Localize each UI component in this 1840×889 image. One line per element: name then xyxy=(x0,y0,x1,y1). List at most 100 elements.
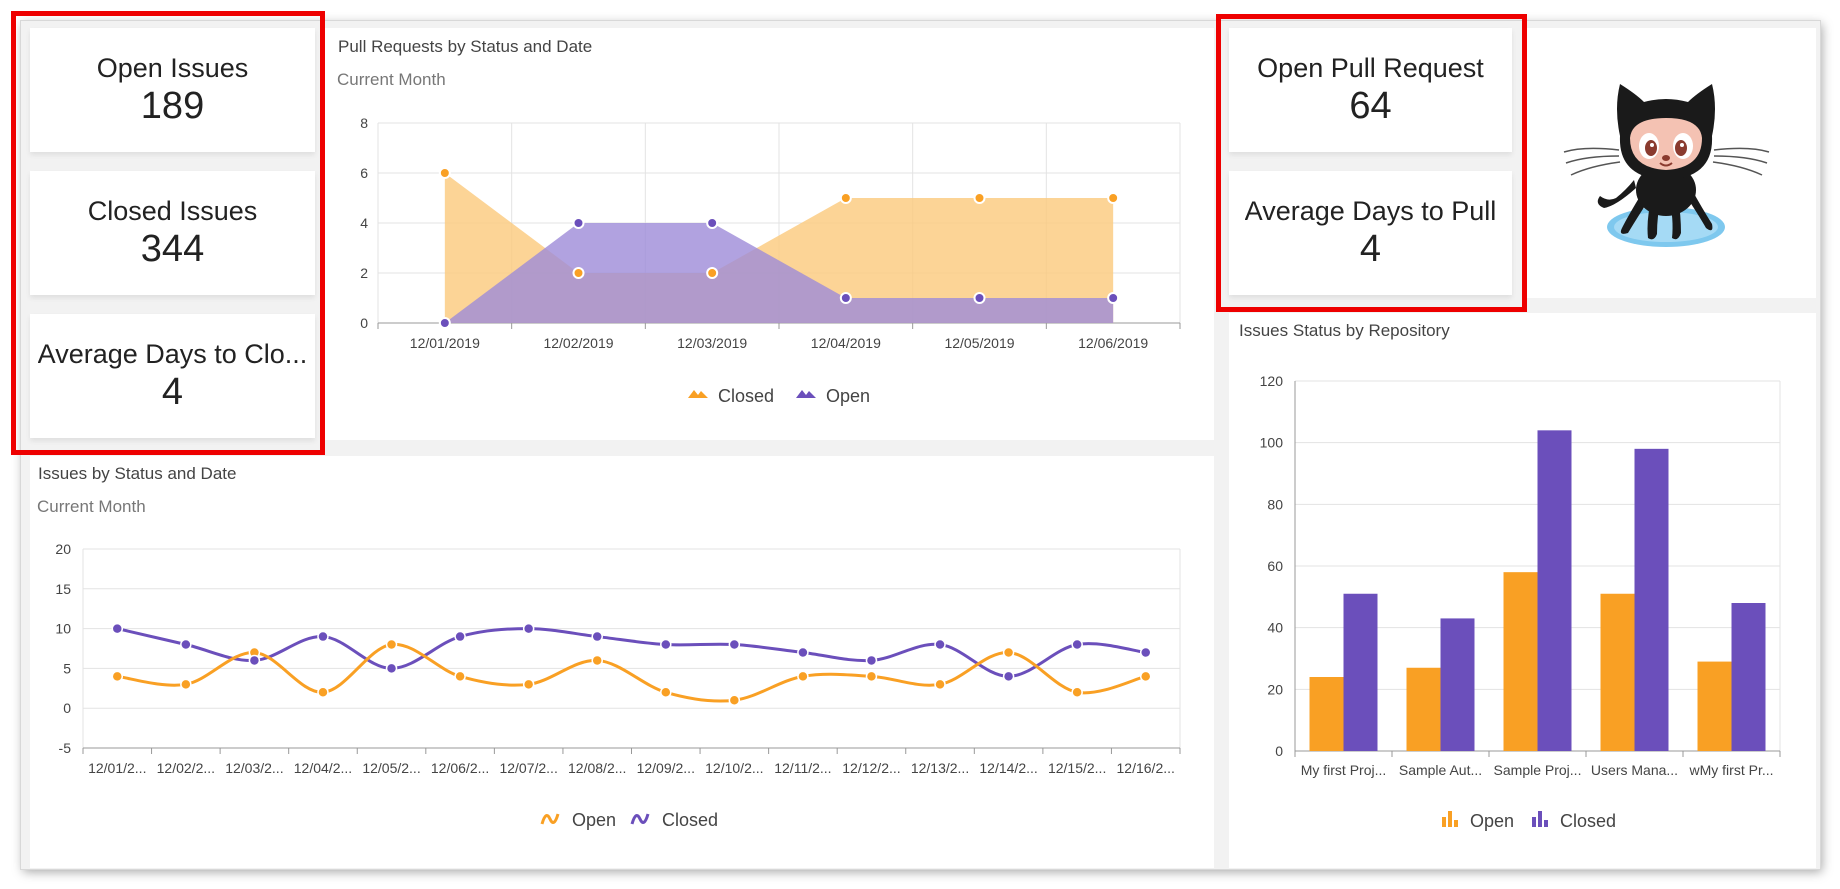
data-point-open xyxy=(454,670,466,683)
github-octocat-icon xyxy=(1563,84,1770,247)
legend-icon-closed xyxy=(1538,811,1542,827)
y-tick-label: 6 xyxy=(360,165,368,181)
x-tick-label: 12/05/2... xyxy=(362,760,420,776)
data-point-closed xyxy=(1139,646,1152,659)
data-point-open xyxy=(1002,646,1015,659)
x-tick-label: 12/11/2... xyxy=(774,760,831,776)
y-tick-label: 2 xyxy=(360,265,368,281)
data-point-closed xyxy=(706,267,719,279)
data-point-closed xyxy=(522,622,535,635)
y-tick-label: 8 xyxy=(360,115,368,131)
kpi-label: Average Days to Pull xyxy=(1244,196,1497,226)
y-tick-label: 40 xyxy=(1267,620,1283,636)
x-tick-label: 12/07/2... xyxy=(499,760,557,776)
kpi-value: 64 xyxy=(1349,85,1392,127)
y-tick-label: 20 xyxy=(55,541,71,557)
legend-label-closed: Closed xyxy=(718,386,774,406)
legend-label-open: Open xyxy=(1470,811,1514,831)
data-point-open xyxy=(385,638,398,651)
kpi-open-pull-request: Open Pull Request 64 xyxy=(1229,28,1512,152)
y-tick-label: 0 xyxy=(360,315,368,331)
data-point-open xyxy=(728,694,741,706)
data-point-open xyxy=(839,292,852,304)
x-tick-label: 12/12/2... xyxy=(842,760,900,776)
data-point-open xyxy=(1071,686,1083,699)
y-tick-label: 4 xyxy=(360,215,368,231)
legend-label-closed: Closed xyxy=(662,810,718,830)
data-point-open xyxy=(973,292,986,304)
x-tick-label: 12/03/2019 xyxy=(677,335,747,351)
x-tick-label: 12/02/2019 xyxy=(543,335,613,351)
y-tick-label: 15 xyxy=(55,581,71,597)
legend-icon-closed xyxy=(688,390,708,398)
pull-requests-chart: 0 2 4 6 8 12/01/2019 12/02/2019 12/03/2019 12/04… xyxy=(360,115,1181,406)
x-tick-label: 12/09/2... xyxy=(637,760,695,776)
kpi-average-days-to-pull: Average Days to Pull 4 xyxy=(1229,171,1512,295)
data-point-closed xyxy=(1107,192,1120,204)
issues-by-repo-chart-card: Issues Status by Repository 0 20 40 60 80 100… xyxy=(1229,313,1816,868)
bar-open xyxy=(1600,593,1635,751)
y-tick-label: 120 xyxy=(1260,373,1284,389)
data-point-open xyxy=(438,317,451,329)
x-tick-label: Users Mana... xyxy=(1591,762,1678,778)
data-point-open xyxy=(522,678,535,691)
kpi-average-days-to-close: Average Days to Clo... 4 xyxy=(30,314,315,438)
data-point-closed xyxy=(591,630,603,643)
data-point-open xyxy=(706,217,719,229)
bar-closed xyxy=(1731,603,1766,751)
bar-open xyxy=(1309,677,1344,751)
x-tick-label: 12/14/2... xyxy=(979,760,1037,776)
kpi-value: 4 xyxy=(1359,228,1382,270)
x-tick-label: 12/08/2... xyxy=(568,760,626,776)
legend-icon-open xyxy=(796,390,816,398)
x-tick-label: 12/06/2... xyxy=(431,760,489,776)
data-point-open xyxy=(865,670,878,683)
data-point-closed xyxy=(934,638,946,651)
data-point-closed xyxy=(973,192,986,204)
y-tick-label: 20 xyxy=(1267,681,1283,697)
data-point-closed xyxy=(797,646,809,659)
data-point-closed xyxy=(111,622,124,635)
issues-by-date-chart: -5 0 5 10 15 20 12/01/2... 12/02/2... 12/03/2...… xyxy=(55,541,1181,830)
legend-icon-open xyxy=(1448,811,1452,827)
kpi-closed-issues: Closed Issues 344 xyxy=(30,171,315,295)
x-tick-label: 12/01/2... xyxy=(88,760,146,776)
x-tick-label: 12/16/2... xyxy=(1117,760,1175,776)
kpi-open-issues: Open Issues 189 xyxy=(30,28,315,152)
bar-closed xyxy=(1440,618,1475,751)
data-point-open xyxy=(317,686,329,699)
y-tick-label: 60 xyxy=(1267,558,1283,574)
data-point-closed xyxy=(385,662,398,675)
x-tick-label: My first Proj... xyxy=(1301,762,1387,778)
bar-closed xyxy=(1634,448,1669,751)
y-tick-label: -5 xyxy=(59,740,72,756)
data-point-closed xyxy=(728,638,741,651)
data-point-open xyxy=(111,670,124,683)
data-point-closed xyxy=(1002,670,1015,683)
data-point-closed xyxy=(865,654,878,667)
data-point-open xyxy=(934,678,946,691)
bar-closed xyxy=(1537,430,1572,751)
x-tick-label: 12/10/2... xyxy=(705,760,763,776)
data-point-closed xyxy=(317,630,329,643)
x-tick-label: 12/04/2... xyxy=(294,760,352,776)
legend-icon-open xyxy=(1442,817,1446,827)
y-tick-label: 10 xyxy=(55,621,71,637)
kpi-label: Open Issues xyxy=(96,53,249,83)
x-tick-label: 12/06/2019 xyxy=(1078,335,1148,351)
kpi-label: Closed Issues xyxy=(87,196,258,226)
x-tick-label: Sample Proj... xyxy=(1494,762,1582,778)
x-tick-label: 12/15/2... xyxy=(1048,760,1106,776)
legend-label-open: Open xyxy=(572,810,616,830)
kpi-label: Open Pull Request xyxy=(1257,53,1484,83)
legend-icon-closed xyxy=(1532,817,1536,827)
data-point-open xyxy=(180,678,192,691)
issues-by-date-chart-card: Issues by Status and Date Current Month … xyxy=(30,456,1214,868)
legend-icon-open xyxy=(1454,820,1458,827)
data-point-open xyxy=(1107,292,1120,304)
x-tick-label: 12/05/2019 xyxy=(944,335,1014,351)
bar-open xyxy=(1406,667,1441,751)
data-point-open xyxy=(1139,670,1152,683)
data-point-closed xyxy=(572,267,585,279)
x-tick-label: 12/13/2... xyxy=(911,760,969,776)
